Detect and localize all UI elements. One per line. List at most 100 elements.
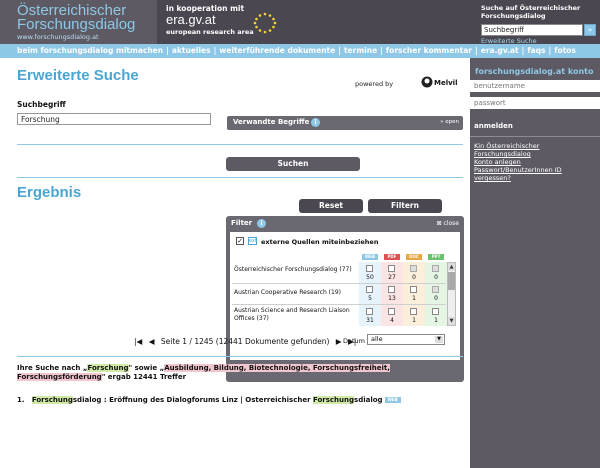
result-format-badge: WEB [384, 397, 401, 403]
result-highlight: Forschung [312, 396, 355, 404]
format-header-ppt: PPT [428, 254, 444, 260]
row-divider [232, 283, 446, 284]
verwandte-begriffe-label: Verwandte Begriffe [233, 118, 310, 126]
next-page-icon[interactable]: ▶ [336, 337, 342, 346]
nav-item-dokumente[interactable]: weiterführende dokumente [217, 46, 337, 55]
summary-text: " sowie „ [128, 364, 165, 372]
suchbegriff-label: Suchbegriff [17, 100, 66, 109]
count-ppt: 1 [434, 317, 438, 324]
sidebar-title: forschungsdialog.at konto [475, 67, 594, 76]
result-highlight: Forschung [31, 396, 73, 404]
source-name: Austrian Cooperative Research (19) [234, 289, 341, 296]
verwandte-begriffe-panel[interactable]: Verwandte Begriffe i » open [227, 116, 463, 130]
results-summary: Ihre Suche nach „Forschung" sowie „Ausbi… [17, 364, 437, 382]
logo-url: www.forschungsdialog.at [17, 33, 99, 41]
result-item[interactable]: 1. Forschungsdialog : Eröffnung des Dial… [17, 396, 457, 404]
era-cooperation-banner[interactable]: in kooperation mit era.gv.at european re… [160, 2, 285, 42]
page-status: Seite 1 / 1245 (12441 Dokumente gefunden… [160, 337, 330, 346]
nav-item-termine[interactable]: termine [342, 46, 379, 55]
header-search-title: Suche auf Österreichischer Forschungsdia… [481, 4, 581, 20]
header-search-go-button[interactable]: » [584, 24, 596, 36]
external-link-icon: ext [248, 237, 257, 245]
suchbegriff-input[interactable] [17, 113, 211, 125]
sidebar-links: Kin Österreichischer Forschungsdialog Ko… [474, 142, 598, 182]
filter-checkbox-pdf[interactable] [388, 308, 395, 315]
count-web: 31 [366, 317, 374, 324]
nav-item-aktuelles[interactable]: aktuelles [170, 46, 213, 55]
filter-checkbox-ppt [432, 286, 439, 293]
count-doc: 0 [412, 274, 416, 281]
sidebar-link-konto-anlegen[interactable]: Konto anlegen [474, 158, 598, 166]
first-page-icon[interactable]: |◀ [134, 337, 142, 346]
prev-page-icon[interactable]: ◀ [149, 337, 155, 346]
nav-item-faqs[interactable]: faqs [525, 46, 547, 55]
main-content: Erweiterte Suche powered by Melvil Suchb… [0, 58, 470, 468]
filtern-button[interactable]: Filtern [368, 199, 442, 213]
filter-checkbox-ppt[interactable] [432, 308, 439, 315]
results-title: Ergebnis [17, 184, 82, 201]
filter-close-button[interactable]: ⊠ close [437, 220, 459, 227]
divider [470, 136, 600, 137]
count-doc: 1 [412, 295, 416, 302]
login-button[interactable]: anmelden [474, 122, 513, 130]
coop-line-3: european research area [166, 28, 254, 36]
filter-checkbox-doc[interactable] [410, 286, 417, 293]
pagination: |◀ ◀ Seite 1 / 1245 (12441 Dokumente gef… [134, 337, 360, 346]
header-search: Suche auf Österreichischer Forschungsdia… [476, 0, 600, 45]
scroll-thumb[interactable] [448, 272, 455, 290]
datum-selected-value: alle [371, 335, 383, 343]
filter-close-label: close [443, 220, 459, 227]
format-header-pdf: PDF [384, 254, 400, 260]
verwandte-open-toggle[interactable]: » open [440, 119, 459, 125]
filter-scrollbar[interactable]: ▲ ▼ [447, 262, 456, 326]
nav-item-mitmachen[interactable]: beim forschungsdialog mitmachen [0, 46, 165, 55]
filter-checkbox-pdf[interactable] [388, 265, 395, 272]
powered-by-label: powered by [355, 80, 394, 88]
external-sources-checkbox[interactable]: ✓ [236, 237, 244, 245]
sidebar-link-passwort-vergessen[interactable]: Passwort/BenutzerInnen ID vergessen? [474, 166, 598, 182]
site-logo[interactable]: Österreichischer Forschungsdialog www.fo… [0, 0, 157, 44]
page-title: Erweiterte Suche [17, 67, 139, 84]
external-sources-label: externe Quellen miteinbeziehen [261, 238, 379, 246]
divider [17, 177, 463, 178]
datum-select[interactable]: alle ▼ [367, 334, 445, 345]
header-search-input[interactable] [481, 24, 583, 36]
source-name: Österreichischer Forschungsdialog (77) [234, 266, 352, 273]
filter-checkbox-pdf[interactable] [388, 286, 395, 293]
search-button[interactable]: Suchen [226, 157, 360, 171]
nav-item-era[interactable]: era.gv.at [479, 46, 521, 55]
filter-title: Filter [231, 219, 253, 227]
sidebar-link-forschungsdialog[interactable]: Kin Österreichischer Forschungsdialog [474, 142, 598, 158]
account-sidebar: forschungsdialog.at konto anmelden Kin Ö… [470, 58, 600, 468]
filter-checkbox-ppt [432, 265, 439, 272]
reset-button[interactable]: Reset [299, 199, 363, 213]
site-header: Österreichischer Forschungsdialog www.fo… [0, 0, 600, 45]
summary-text: Ihre Suche nach „ [17, 364, 88, 372]
scroll-down-arrow-icon[interactable]: ▼ [448, 317, 455, 325]
username-input[interactable] [470, 80, 600, 92]
count-pdf: 4 [390, 317, 394, 324]
count-web: 50 [366, 274, 374, 281]
password-input[interactable] [470, 97, 600, 109]
nav-item-fotos[interactable]: fotos [552, 46, 578, 55]
filter-checkbox-doc[interactable] [410, 308, 417, 315]
result-title-text: sdialog [354, 396, 383, 404]
filter-checkbox-web[interactable] [366, 286, 373, 293]
nav-item-forscher-kommentar[interactable]: forscher kommentar [384, 46, 474, 55]
scroll-up-arrow-icon[interactable]: ▲ [448, 263, 455, 271]
source-name: Austrian Science and Research Liaison Of… [234, 307, 350, 322]
count-ppt: 0 [434, 295, 438, 302]
info-icon[interactable]: i [311, 118, 320, 127]
filter-checkbox-web[interactable] [366, 265, 373, 272]
filter-checkbox-web[interactable] [366, 308, 373, 315]
format-header-doc: DOC [406, 254, 422, 260]
count-pdf: 27 [388, 274, 396, 281]
eu-stars-icon [253, 12, 277, 34]
result-title-text: sdialog : Eröffnung des Dialogforums Lin… [72, 396, 313, 404]
count-web: 5 [368, 295, 372, 302]
melvil-logo-text: Melvil [434, 79, 458, 87]
info-icon[interactable]: i [257, 219, 266, 228]
result-number: 1. [17, 396, 25, 404]
last-page-icon[interactable]: ▶| [348, 337, 356, 346]
row-divider [232, 304, 446, 305]
